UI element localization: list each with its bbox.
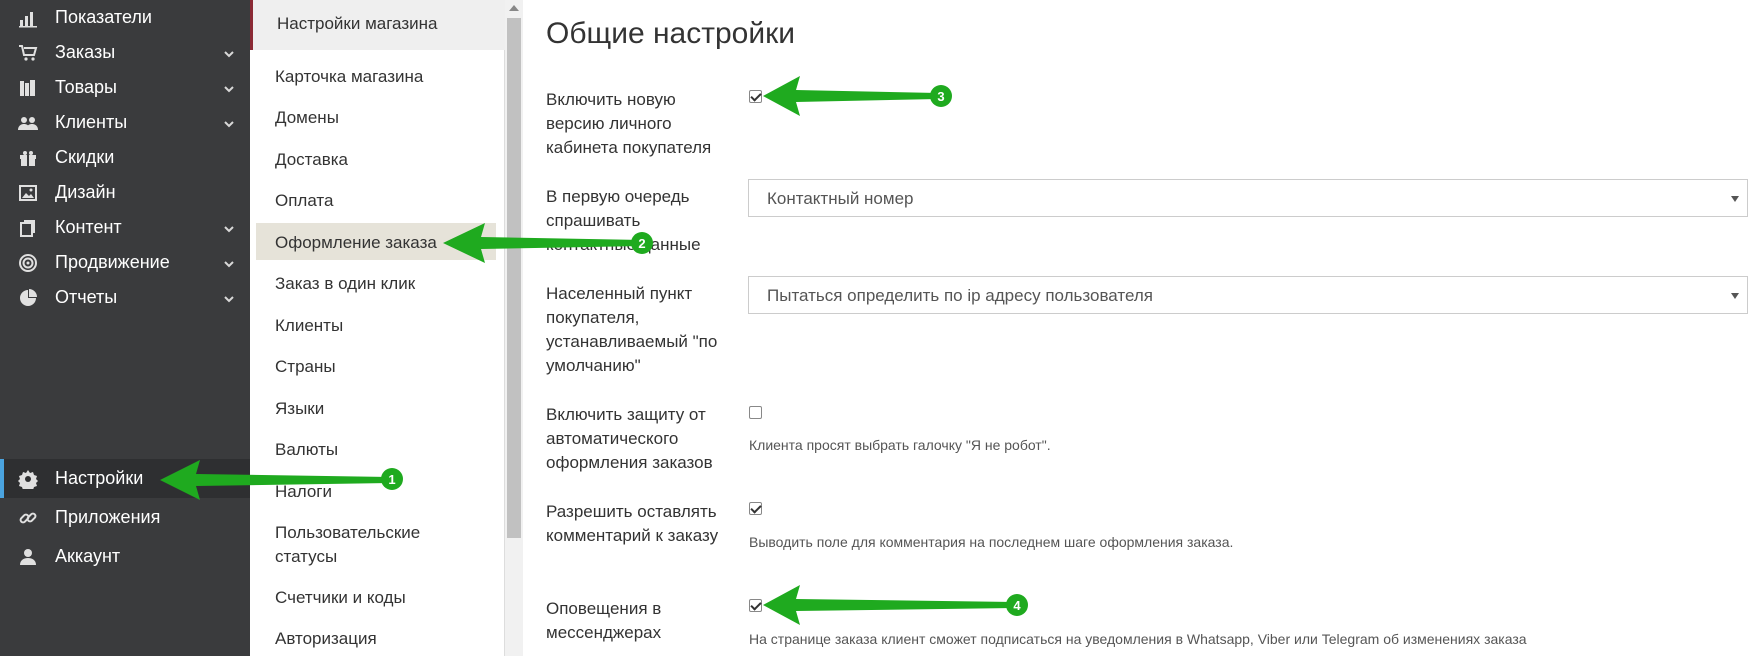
- default-city-select[interactable]: Пытаться определить по ip адресу пользов…: [748, 276, 1748, 314]
- submenu-item-payment[interactable]: Оплата: [256, 181, 496, 218]
- user-icon: [18, 547, 38, 567]
- select-value: Контактный номер: [767, 189, 914, 208]
- sidebar-item-label: Заказы: [55, 42, 116, 62]
- sidebar-item-clients[interactable]: Клиенты: [0, 103, 250, 142]
- sidebar-item-label: Дизайн: [55, 182, 116, 202]
- comment-checkbox[interactable]: [749, 502, 762, 515]
- submenu-header: Настройки магазина: [250, 0, 505, 50]
- pie-chart-icon: [18, 288, 38, 308]
- submenu-item-label: Карточка магазина: [275, 67, 424, 86]
- submenu-scrollbar-thumb[interactable]: [507, 18, 521, 538]
- submenu-item-auth[interactable]: Авторизация: [256, 619, 496, 656]
- main-sidebar: Показатели Заказы Товары Клиенты Скидки …: [0, 0, 250, 656]
- sidebar-item-dashboard[interactable]: Показатели: [0, 0, 250, 37]
- sidebar-item-label: Скидки: [55, 147, 115, 167]
- sidebar-item-label: Аккаунт: [55, 546, 121, 566]
- page-title: Общие настройки: [546, 17, 795, 50]
- captcha-checkbox[interactable]: [749, 406, 762, 419]
- submenu-item-label: Оплата: [275, 191, 334, 210]
- chevron-down-icon: [223, 117, 235, 129]
- sidebar-item-label: Продвижение: [55, 252, 170, 272]
- chevron-down-icon: [223, 222, 235, 234]
- caret-down-icon: [1731, 196, 1739, 202]
- submenu-item-label: Страны: [275, 357, 336, 376]
- messenger-checkbox[interactable]: [749, 599, 762, 612]
- setting-label: В первую очередь спрашивать контактные д…: [546, 187, 701, 254]
- setting-label: Включить защиту от автоматического оформ…: [546, 405, 713, 472]
- gift-icon: [18, 148, 38, 168]
- link-icon: [18, 508, 38, 528]
- sidebar-item-discounts[interactable]: Скидки: [0, 138, 250, 177]
- setting-hint: Клиента просят выбрать галочку "Я не роб…: [749, 437, 1051, 453]
- submenu-item-label: Валюты: [275, 440, 339, 459]
- sidebar-item-account[interactable]: Аккаунт: [0, 537, 250, 576]
- sidebar-item-promotion[interactable]: Продвижение: [0, 243, 250, 282]
- sidebar-item-reports[interactable]: Отчеты: [0, 278, 250, 317]
- image-icon: [18, 183, 38, 203]
- setting-hint: Выводить поле для комментария на последн…: [749, 534, 1234, 550]
- sidebar-item-content[interactable]: Контент: [0, 208, 250, 247]
- sidebar-item-orders[interactable]: Заказы: [0, 33, 250, 72]
- submenu-item-label: Оформление заказа: [275, 233, 437, 252]
- submenu-item-countries[interactable]: Страны: [256, 347, 496, 384]
- chevron-down-icon: [223, 47, 235, 59]
- submenu-item-taxes[interactable]: Налоги: [256, 472, 496, 509]
- chevron-down-icon: [223, 82, 235, 94]
- target-icon: [18, 253, 38, 273]
- submenu-item-clients[interactable]: Клиенты: [256, 306, 496, 343]
- sidebar-item-apps[interactable]: Приложения: [0, 498, 250, 537]
- submenu-item-currencies[interactable]: Валюты: [256, 430, 496, 467]
- bar-chart-icon: [18, 8, 38, 28]
- submenu-item-label: Налоги: [275, 482, 332, 501]
- books-icon: [18, 78, 38, 98]
- main-content: Общие настройки Включить новую версию ли…: [524, 0, 1749, 656]
- submenu-item-label: Доставка: [275, 150, 349, 169]
- setting-label: Разрешить оставлять комментарий к заказу: [546, 502, 719, 545]
- submenu-item-label: Языки: [275, 399, 325, 418]
- submenu-item-label: Счетчики и коды: [275, 588, 406, 607]
- submenu-title: Настройки магазина: [277, 14, 438, 33]
- submenu-item-label: Клиенты: [275, 316, 344, 335]
- sidebar-item-label: Клиенты: [55, 112, 128, 132]
- copy-icon: [18, 218, 38, 238]
- new-account-checkbox[interactable]: [749, 90, 762, 103]
- cart-icon: [18, 43, 38, 63]
- submenu-item-store-card[interactable]: Карточка магазина: [256, 57, 496, 94]
- setting-hint: На странице заказа клиент сможет подписа…: [749, 631, 1527, 647]
- settings-submenu: Настройки магазина Карточка магазина Дом…: [250, 0, 505, 656]
- sidebar-item-label: Показатели: [55, 7, 152, 27]
- submenu-item-label: Авторизация: [275, 629, 377, 648]
- sidebar-item-label: Товары: [55, 77, 117, 97]
- submenu-item-label: Пользовательские статусы: [275, 523, 421, 566]
- submenu-item-counters[interactable]: Счетчики и коды: [256, 578, 496, 615]
- contact-data-select[interactable]: Контактный номер: [748, 179, 1748, 217]
- submenu-item-custom-statuses[interactable]: Пользовательские статусы: [256, 513, 496, 571]
- sidebar-item-products[interactable]: Товары: [0, 68, 250, 107]
- sidebar-item-design[interactable]: Дизайн: [0, 173, 250, 212]
- submenu-item-delivery[interactable]: Доставка: [256, 140, 496, 177]
- submenu-item-label: Заказ в один клик: [275, 274, 416, 293]
- users-icon: [18, 113, 38, 133]
- sidebar-item-settings[interactable]: Настройки: [0, 459, 250, 498]
- select-value: Пытаться определить по ip адресу пользов…: [767, 286, 1153, 305]
- sidebar-item-label: Настройки: [55, 468, 144, 488]
- submenu-item-languages[interactable]: Языки: [256, 389, 496, 426]
- sidebar-item-label: Контент: [55, 217, 122, 237]
- gear-icon: [18, 469, 38, 489]
- setting-label: Оповещения в мессенджерах: [546, 599, 662, 642]
- setting-label: Населенный пункт покупателя, устанавлива…: [546, 284, 718, 375]
- submenu-item-label: Домены: [275, 108, 339, 127]
- sidebar-item-label: Отчеты: [55, 287, 118, 307]
- chevron-down-icon: [223, 257, 235, 269]
- submenu-item-one-click[interactable]: Заказ в один клик: [256, 264, 496, 301]
- submenu-item-checkout[interactable]: Оформление заказа: [256, 223, 496, 260]
- chevron-down-icon: [223, 292, 235, 304]
- setting-label: Включить новую версию личного кабинета п…: [546, 90, 712, 157]
- submenu-item-domains[interactable]: Домены: [256, 98, 496, 135]
- sidebar-item-label: Приложения: [55, 507, 161, 527]
- caret-down-icon: [1731, 293, 1739, 299]
- scroll-up-arrow-icon[interactable]: [509, 5, 519, 11]
